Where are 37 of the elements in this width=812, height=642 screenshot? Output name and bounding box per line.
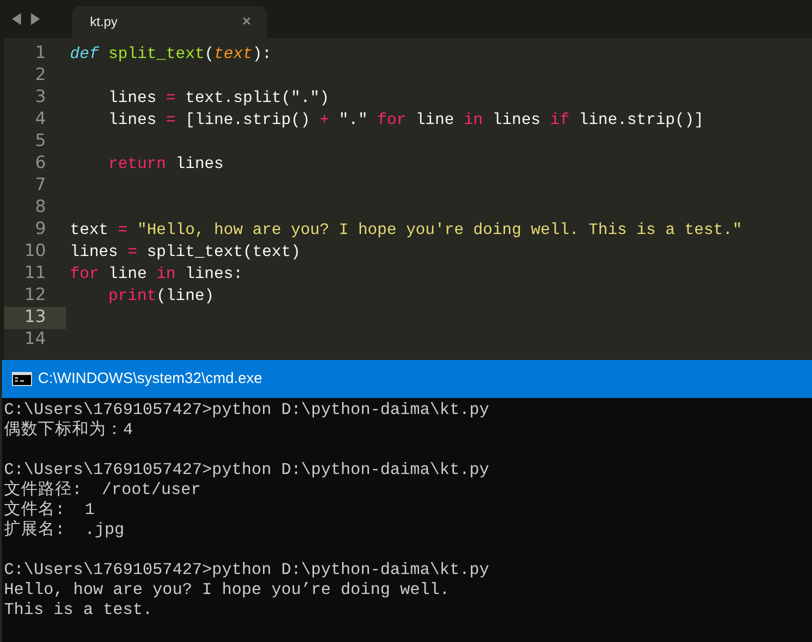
line-number: 4 xyxy=(34,108,46,132)
console-command: C:\Users\17691057427>python D:\python-daima\kt.py xyxy=(4,460,490,480)
code-line: lines = text.split(".") xyxy=(107,88,330,109)
line-number: 11 xyxy=(23,262,46,286)
back-arrow-icon[interactable] xyxy=(12,13,22,25)
line-number: 9 xyxy=(34,218,46,242)
code-line: lines = split_text(text) xyxy=(70,242,300,263)
line-number: 5 xyxy=(34,130,46,154)
terminal-icon xyxy=(12,372,32,386)
line-number: 1 xyxy=(34,42,46,66)
code-line: text = "Hello, how are you? I hope you're doing well. This is a test." xyxy=(70,220,742,241)
line-number: 8 xyxy=(34,196,46,220)
code-line: return lines xyxy=(107,154,224,175)
line-number: 2 xyxy=(34,64,46,88)
code-line: lines = [line.strip() + "." for line in lines if line.strip()] xyxy=(107,110,704,131)
line-number: 13 xyxy=(23,306,46,330)
line-number: 3 xyxy=(34,86,46,110)
console-output: 文件名: 1 xyxy=(4,500,96,520)
code-line: print(line) xyxy=(107,286,214,307)
line-number: 12 xyxy=(23,284,46,308)
console-command: C:\Users\17691057427>python D:\python-daima\kt.py xyxy=(4,400,490,420)
close-icon[interactable]: × xyxy=(242,10,251,34)
forward-arrow-icon[interactable] xyxy=(30,13,40,25)
code-line: def split_text(text): xyxy=(70,44,272,65)
file-tab[interactable]: kt.py × xyxy=(72,6,267,38)
console-output: 文件路径: /root/user xyxy=(4,480,202,500)
code-line: for line in lines: xyxy=(70,264,243,285)
line-number: 6 xyxy=(34,152,46,176)
console-command: C:\Users\17691057427>python D:\python-daima\kt.py xyxy=(4,560,490,580)
line-number: 7 xyxy=(34,174,46,198)
line-number: 10 xyxy=(23,240,46,264)
console-output: 扩展名: .jpg xyxy=(4,520,126,540)
console-output: Hello, how are you? I hope you’re doing well. xyxy=(4,580,451,600)
window-title: C:\WINDOWS\system32\cmd.exe xyxy=(38,368,262,389)
console-output: This is a test. xyxy=(4,600,154,620)
line-number: 14 xyxy=(23,328,46,352)
console-output: 偶数下标和为：4 xyxy=(4,420,134,440)
